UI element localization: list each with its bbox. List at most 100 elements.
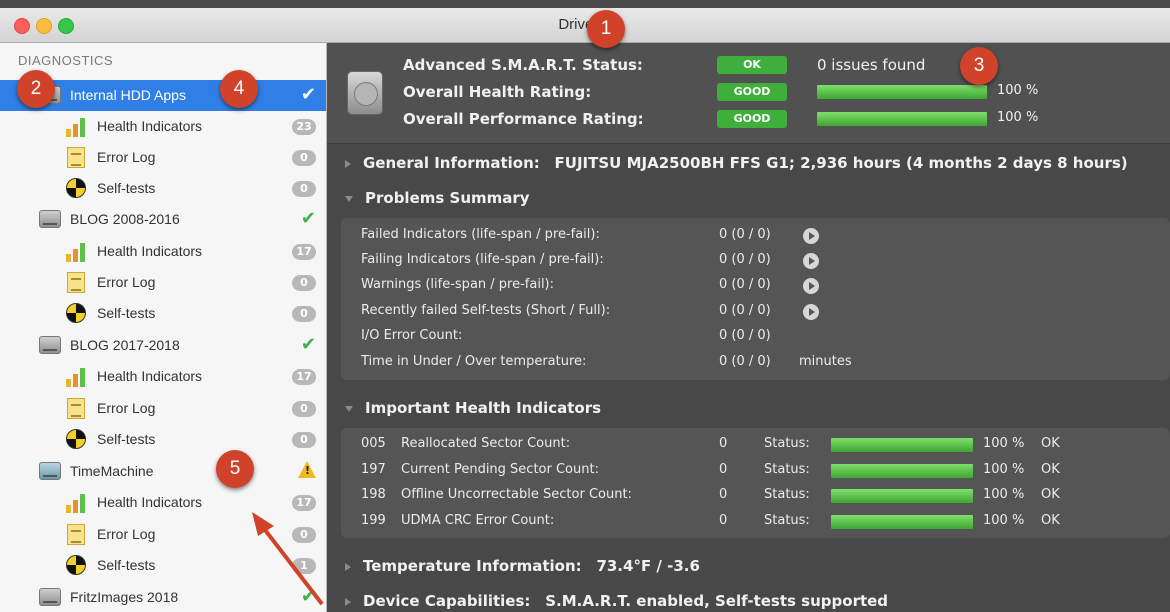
problem-unit: minutes bbox=[799, 354, 852, 369]
log-icon bbox=[67, 398, 85, 419]
health-rating-badge: GOOD bbox=[717, 83, 787, 101]
checkmark-icon: ✔ bbox=[300, 586, 316, 607]
bar-chart-icon bbox=[66, 117, 88, 137]
sidebar-item-error-log[interactable]: Error Log 0 bbox=[0, 267, 326, 298]
sidebar-item-health-indicators[interactable]: Health Indicators 17 bbox=[0, 361, 326, 392]
performance-percent: 100 % bbox=[997, 110, 1039, 125]
sidebar-item-error-log[interactable]: Error Log 0 bbox=[0, 142, 326, 173]
item-label: Self-tests bbox=[97, 180, 156, 196]
bar-chart-icon bbox=[66, 493, 88, 513]
indicator-progress-bar bbox=[831, 438, 973, 452]
item-label: Error Log bbox=[97, 400, 156, 416]
indicator-name: Reallocated Sector Count: bbox=[401, 436, 571, 451]
sidebar-item-self-tests[interactable]: Self-tests 0 bbox=[0, 173, 326, 204]
annotation-marker-4: 4 bbox=[220, 70, 258, 108]
problem-value: 0 (0 / 0) bbox=[719, 328, 771, 343]
performance-rating-badge: GOOD bbox=[717, 110, 787, 128]
sidebar: DIAGNOSTICS Internal HDD Apps ✔ Health I… bbox=[0, 43, 327, 612]
general-information-row[interactable]: General Information: FUJITSU MJA2500BH F… bbox=[345, 154, 1128, 172]
disclosure-right-icon bbox=[345, 562, 351, 571]
count-badge: 17 bbox=[292, 495, 316, 511]
item-label: Health Indicators bbox=[97, 368, 203, 384]
self-test-icon bbox=[66, 303, 86, 323]
indicator-status-label: Status: bbox=[764, 462, 810, 477]
smart-status-label: Advanced S.M.A.R.T. Status: bbox=[403, 56, 643, 74]
item-label: Health Indicators bbox=[97, 118, 203, 134]
hard-drive-icon bbox=[347, 71, 383, 115]
main-panel: Advanced S.M.A.R.T. Status: OK 0 issues … bbox=[327, 43, 1170, 612]
issues-count: 0 issues found bbox=[817, 56, 926, 74]
count-badge: 17 bbox=[292, 244, 316, 260]
temperature-label: Temperature Information: bbox=[363, 557, 582, 575]
important-health-indicators-header[interactable]: Important Health Indicators bbox=[345, 399, 601, 417]
title-bar: DriveDx bbox=[0, 8, 1170, 43]
arrow-right-icon[interactable] bbox=[803, 304, 819, 320]
item-label: Error Log bbox=[97, 149, 156, 165]
health-rating-label: Overall Health Rating: bbox=[403, 83, 592, 101]
indicator-name: UDMA CRC Error Count: bbox=[401, 513, 555, 528]
disclosure-down-icon bbox=[345, 405, 353, 412]
sidebar-item-self-tests[interactable]: Self-tests 1 bbox=[0, 550, 326, 581]
indicator-state: OK bbox=[1041, 513, 1060, 528]
arrow-right-icon[interactable] bbox=[803, 228, 819, 244]
arrow-right-icon[interactable] bbox=[803, 253, 819, 269]
device-capabilities-row[interactable]: Device Capabilities: S.M.A.R.T. enabled,… bbox=[345, 592, 888, 610]
indicator-state: OK bbox=[1041, 487, 1060, 502]
annotation-marker-3: 3 bbox=[960, 47, 998, 85]
count-badge: 1 bbox=[292, 558, 316, 574]
sidebar-item-error-log[interactable]: Error Log 0 bbox=[0, 519, 326, 550]
general-value: FUJITSU MJA2500BH FFS G1; 2,936 hours (4… bbox=[554, 154, 1128, 172]
item-label: Self-tests bbox=[97, 431, 156, 447]
sidebar-item-self-tests[interactable]: Self-tests 0 bbox=[0, 298, 326, 329]
problem-label: Time in Under / Over temperature: bbox=[361, 354, 587, 369]
item-label: Health Indicators bbox=[97, 494, 203, 510]
count-badge: 0 bbox=[292, 181, 316, 197]
temperature-information-row[interactable]: Temperature Information: 73.4°F / -3.6 bbox=[345, 557, 700, 575]
indicator-id: 197 bbox=[361, 462, 386, 477]
indicator-id: 198 bbox=[361, 487, 386, 502]
indicator-raw: 0 bbox=[719, 513, 728, 528]
health-progress-bar bbox=[817, 85, 987, 99]
disclosure-down-icon bbox=[345, 195, 353, 202]
sidebar-item-error-log[interactable]: Error Log 0 bbox=[0, 393, 326, 424]
sidebar-item-health-indicators[interactable]: Health Indicators 23 bbox=[0, 111, 326, 142]
problems-summary-panel: Failed Indicators (life-span / pre-fail)… bbox=[341, 218, 1170, 380]
sidebar-drive-fritzimages-2018[interactable]: FritzImages 2018 ✔ bbox=[0, 582, 326, 612]
sidebar-drive-timemachine[interactable]: TimeMachine ! bbox=[0, 456, 326, 487]
item-label: Error Log bbox=[97, 274, 156, 290]
general-label: General Information: bbox=[363, 154, 540, 172]
item-label: Error Log bbox=[97, 526, 156, 542]
indicator-raw: 0 bbox=[719, 462, 728, 477]
log-icon bbox=[67, 272, 85, 293]
sidebar-item-self-tests[interactable]: Self-tests 0 bbox=[0, 424, 326, 455]
item-label: Health Indicators bbox=[97, 243, 203, 259]
indicator-state: OK bbox=[1041, 462, 1060, 477]
drive-label: TimeMachine bbox=[70, 463, 154, 479]
sidebar-drive-blog-2008-2016[interactable]: BLOG 2008-2016 ✔ bbox=[0, 204, 326, 235]
problem-label: Recently failed Self-tests (Short / Full… bbox=[361, 303, 611, 318]
arrow-right-icon[interactable] bbox=[803, 278, 819, 294]
problem-label: I/O Error Count: bbox=[361, 328, 463, 343]
count-badge: 0 bbox=[292, 527, 316, 543]
problem-label: Warnings (life-span / pre-fail): bbox=[361, 277, 555, 292]
hard-drive-icon bbox=[39, 210, 61, 228]
sidebar-item-health-indicators[interactable]: Health Indicators 17 bbox=[0, 487, 326, 518]
indicator-id: 005 bbox=[361, 436, 386, 451]
indicator-status-label: Status: bbox=[764, 513, 810, 528]
indicator-percent: 100 % bbox=[983, 487, 1025, 502]
item-label: Self-tests bbox=[97, 305, 156, 321]
capabilities-value: S.M.A.R.T. enabled, Self-tests supported bbox=[545, 592, 889, 610]
indicator-name: Current Pending Sector Count: bbox=[401, 462, 599, 477]
sidebar-drive-blog-2017-2018[interactable]: BLOG 2017-2018 ✔ bbox=[0, 330, 326, 361]
annotation-marker-1: 1 bbox=[587, 10, 625, 48]
drive-label: BLOG 2008-2016 bbox=[70, 211, 180, 227]
indicator-percent: 100 % bbox=[983, 513, 1025, 528]
count-badge: 0 bbox=[292, 306, 316, 322]
health-percent: 100 % bbox=[997, 83, 1039, 98]
performance-progress-bar bbox=[817, 112, 987, 126]
problems-summary-header[interactable]: Problems Summary bbox=[345, 189, 530, 207]
sidebar-item-health-indicators[interactable]: Health Indicators 17 bbox=[0, 236, 326, 267]
checkmark-icon: ✔ bbox=[300, 208, 316, 229]
health-indicators-title: Important Health Indicators bbox=[365, 399, 602, 417]
smart-status-badge: OK bbox=[717, 56, 787, 74]
